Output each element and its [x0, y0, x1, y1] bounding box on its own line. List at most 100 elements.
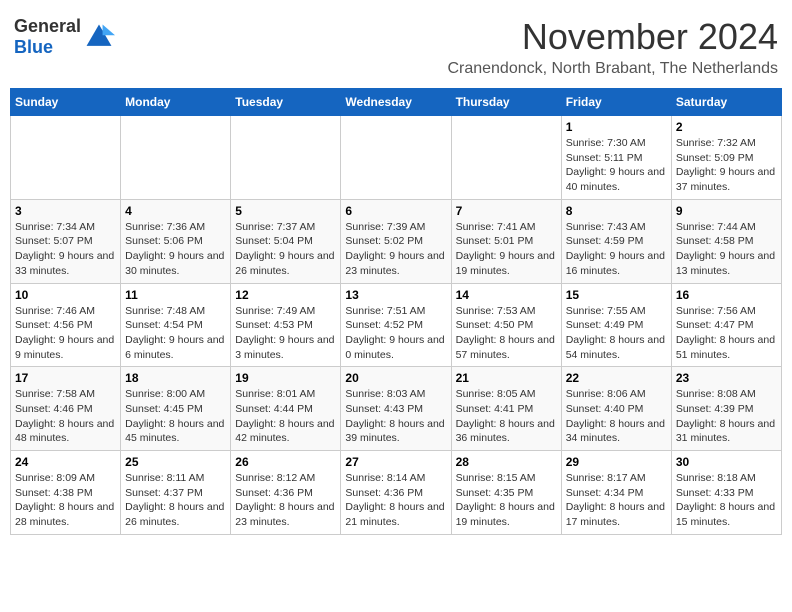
calendar-week-row: 1 Sunrise: 7:30 AM Sunset: 5:11 PM Daylig…	[11, 116, 782, 200]
day-number: 30	[676, 455, 777, 469]
logo-blue: Blue	[14, 37, 81, 58]
table-row: 2 Sunrise: 7:32 AM Sunset: 5:09 PM Daylig…	[671, 116, 781, 200]
day-number: 19	[235, 371, 336, 385]
table-row: 13 Sunrise: 7:51 AM Sunset: 4:52 PM Dayli…	[341, 283, 451, 367]
table-row: 1 Sunrise: 7:30 AM Sunset: 5:11 PM Daylig…	[561, 116, 671, 200]
day-info: Sunrise: 8:05 AM Sunset: 4:41 PM Dayligh…	[456, 387, 557, 446]
day-info: Sunrise: 7:41 AM Sunset: 5:01 PM Dayligh…	[456, 220, 557, 279]
day-number: 13	[345, 288, 446, 302]
day-info: Sunrise: 7:53 AM Sunset: 4:50 PM Dayligh…	[456, 304, 557, 363]
subtitle: Cranendonck, North Brabant, The Netherla…	[447, 60, 778, 78]
day-info: Sunrise: 7:58 AM Sunset: 4:46 PM Dayligh…	[15, 387, 116, 446]
day-info: Sunrise: 8:17 AM Sunset: 4:34 PM Dayligh…	[566, 471, 667, 530]
day-number: 29	[566, 455, 667, 469]
table-row: 15 Sunrise: 7:55 AM Sunset: 4:49 PM Dayli…	[561, 283, 671, 367]
day-number: 28	[456, 455, 557, 469]
table-row: 14 Sunrise: 7:53 AM Sunset: 4:50 PM Dayli…	[451, 283, 561, 367]
day-info: Sunrise: 7:34 AM Sunset: 5:07 PM Dayligh…	[15, 220, 116, 279]
day-info: Sunrise: 7:37 AM Sunset: 5:04 PM Dayligh…	[235, 220, 336, 279]
day-info: Sunrise: 8:15 AM Sunset: 4:35 PM Dayligh…	[456, 471, 557, 530]
day-number: 14	[456, 288, 557, 302]
day-number: 11	[125, 288, 226, 302]
table-row: 27Sunrise: 8:14 AM Sunset: 4:36 PM Dayli…	[341, 451, 451, 535]
table-row: 9Sunrise: 7:44 AM Sunset: 4:58 PM Daylig…	[671, 199, 781, 283]
day-number: 8	[566, 204, 667, 218]
day-number: 22	[566, 371, 667, 385]
table-row: 16 Sunrise: 7:56 AM Sunset: 4:47 PM Dayli…	[671, 283, 781, 367]
calendar-week-row: 10 Sunrise: 7:46 AM Sunset: 4:56 PM Dayli…	[11, 283, 782, 367]
table-row: 25 Sunrise: 8:11 AM Sunset: 4:37 PM Dayli…	[121, 451, 231, 535]
table-row	[341, 116, 451, 200]
logo-general: General	[14, 16, 81, 37]
day-info: Sunrise: 7:43 AM Sunset: 4:59 PM Dayligh…	[566, 220, 667, 279]
day-info: Sunrise: 8:18 AM Sunset: 4:33 PM Dayligh…	[676, 471, 777, 530]
table-row: 19 Sunrise: 8:01 AM Sunset: 4:44 PM Dayli…	[231, 367, 341, 451]
day-info: Sunrise: 8:00 AM Sunset: 4:45 PM Dayligh…	[125, 387, 226, 446]
day-info: Sunrise: 8:03 AM Sunset: 4:43 PM Dayligh…	[345, 387, 446, 446]
day-number: 16	[676, 288, 777, 302]
day-info: Sunrise: 7:51 AM Sunset: 4:52 PM Dayligh…	[345, 304, 446, 363]
table-row	[121, 116, 231, 200]
day-info: Sunrise: 8:01 AM Sunset: 4:44 PM Dayligh…	[235, 387, 336, 446]
col-header-thursday: Thursday	[451, 89, 561, 116]
day-info: Sunrise: 7:36 AM Sunset: 5:06 PM Dayligh…	[125, 220, 226, 279]
table-row: 17 Sunrise: 7:58 AM Sunset: 4:46 PM Dayli…	[11, 367, 121, 451]
day-number: 2	[676, 120, 777, 134]
day-number: 26	[235, 455, 336, 469]
table-row: 18 Sunrise: 8:00 AM Sunset: 4:45 PM Dayli…	[121, 367, 231, 451]
logo-icon	[83, 21, 115, 53]
table-row: 29 Sunrise: 8:17 AM Sunset: 4:34 PM Dayli…	[561, 451, 671, 535]
table-row: 6 Sunrise: 7:39 AM Sunset: 5:02 PM Daylig…	[341, 199, 451, 283]
day-number: 3	[15, 204, 116, 218]
day-number: 7	[456, 204, 557, 218]
day-info: Sunrise: 8:09 AM Sunset: 4:38 PM Dayligh…	[15, 471, 116, 530]
day-info: Sunrise: 8:06 AM Sunset: 4:40 PM Dayligh…	[566, 387, 667, 446]
table-row: 3 Sunrise: 7:34 AM Sunset: 5:07 PM Daylig…	[11, 199, 121, 283]
table-row: 21 Sunrise: 8:05 AM Sunset: 4:41 PM Dayli…	[451, 367, 561, 451]
table-row: 5Sunrise: 7:37 AM Sunset: 5:04 PM Daylig…	[231, 199, 341, 283]
day-number: 17	[15, 371, 116, 385]
day-number: 10	[15, 288, 116, 302]
day-number: 4	[125, 204, 226, 218]
col-header-monday: Monday	[121, 89, 231, 116]
table-row: 8 Sunrise: 7:43 AM Sunset: 4:59 PM Daylig…	[561, 199, 671, 283]
day-number: 1	[566, 120, 667, 134]
day-info: Sunrise: 7:32 AM Sunset: 5:09 PM Dayligh…	[676, 136, 777, 195]
col-header-friday: Friday	[561, 89, 671, 116]
day-info: Sunrise: 7:30 AM Sunset: 5:11 PM Dayligh…	[566, 136, 667, 195]
day-info: Sunrise: 8:12 AM Sunset: 4:36 PM Dayligh…	[235, 471, 336, 530]
day-info: Sunrise: 7:55 AM Sunset: 4:49 PM Dayligh…	[566, 304, 667, 363]
month-title: November 2024	[447, 16, 778, 58]
day-info: Sunrise: 7:56 AM Sunset: 4:47 PM Dayligh…	[676, 304, 777, 363]
day-number: 15	[566, 288, 667, 302]
day-info: Sunrise: 7:39 AM Sunset: 5:02 PM Dayligh…	[345, 220, 446, 279]
day-info: Sunrise: 7:49 AM Sunset: 4:53 PM Dayligh…	[235, 304, 336, 363]
day-number: 18	[125, 371, 226, 385]
day-info: Sunrise: 7:46 AM Sunset: 4:56 PM Dayligh…	[15, 304, 116, 363]
table-row: 4 Sunrise: 7:36 AM Sunset: 5:06 PM Daylig…	[121, 199, 231, 283]
day-number: 24	[15, 455, 116, 469]
calendar: SundayMondayTuesdayWednesdayThursdayFrid…	[10, 88, 782, 535]
day-info: Sunrise: 8:11 AM Sunset: 4:37 PM Dayligh…	[125, 471, 226, 530]
table-row	[11, 116, 121, 200]
table-row: 28 Sunrise: 8:15 AM Sunset: 4:35 PM Dayli…	[451, 451, 561, 535]
table-row: 7 Sunrise: 7:41 AM Sunset: 5:01 PM Daylig…	[451, 199, 561, 283]
day-number: 23	[676, 371, 777, 385]
calendar-header-row: SundayMondayTuesdayWednesdayThursdayFrid…	[11, 89, 782, 116]
col-header-wednesday: Wednesday	[341, 89, 451, 116]
day-number: 6	[345, 204, 446, 218]
day-info: Sunrise: 7:48 AM Sunset: 4:54 PM Dayligh…	[125, 304, 226, 363]
day-info: Sunrise: 8:08 AM Sunset: 4:39 PM Dayligh…	[676, 387, 777, 446]
table-row: 24 Sunrise: 8:09 AM Sunset: 4:38 PM Dayli…	[11, 451, 121, 535]
table-row	[231, 116, 341, 200]
table-row: 11 Sunrise: 7:48 AM Sunset: 4:54 PM Dayli…	[121, 283, 231, 367]
title-area: November 2024 Cranendonck, North Brabant…	[447, 16, 778, 78]
col-header-sunday: Sunday	[11, 89, 121, 116]
table-row	[451, 116, 561, 200]
day-number: 21	[456, 371, 557, 385]
table-row: 23 Sunrise: 8:08 AM Sunset: 4:39 PM Dayli…	[671, 367, 781, 451]
table-row: 26 Sunrise: 8:12 AM Sunset: 4:36 PM Dayli…	[231, 451, 341, 535]
day-number: 25	[125, 455, 226, 469]
calendar-week-row: 3 Sunrise: 7:34 AM Sunset: 5:07 PM Daylig…	[11, 199, 782, 283]
day-info: Sunrise: 8:14 AM Sunset: 4:36 PM Dayligh…	[345, 471, 446, 530]
